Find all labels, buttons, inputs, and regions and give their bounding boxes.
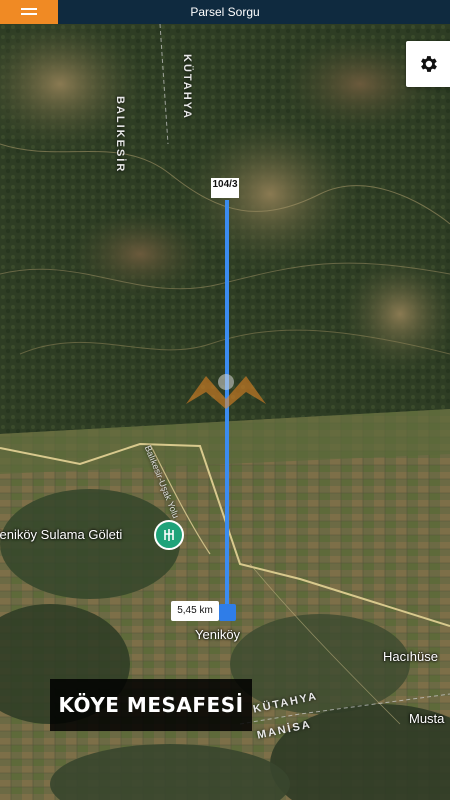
place-label-pond: Yeniköy Sulama Göleti xyxy=(0,527,123,542)
settings-button[interactable] xyxy=(406,41,450,87)
place-label-yenikoy: Yeniköy xyxy=(195,627,241,642)
gear-icon xyxy=(421,56,437,72)
pond-icon[interactable] xyxy=(154,520,184,550)
village-marker[interactable] xyxy=(219,604,236,621)
page-title: Parsel Sorgu xyxy=(190,5,260,19)
province-label-balikesir: BALIKESİR xyxy=(114,96,126,174)
tree-icon xyxy=(164,529,174,541)
top-bar: Parsel Sorgu xyxy=(0,0,450,24)
place-label-mustafa: Musta xyxy=(409,711,445,726)
distance-label[interactable]: 5,45 km xyxy=(171,601,219,621)
place-label-hacihuseyin: Hacıhüse xyxy=(383,649,438,664)
parcel-label[interactable]: 104/3 xyxy=(211,178,239,198)
caption-overlay: KÖYE MESAFESİ xyxy=(50,679,252,731)
province-label-kutahya-north: KÜTAHYA xyxy=(181,54,193,120)
watermark-logo xyxy=(186,374,266,409)
